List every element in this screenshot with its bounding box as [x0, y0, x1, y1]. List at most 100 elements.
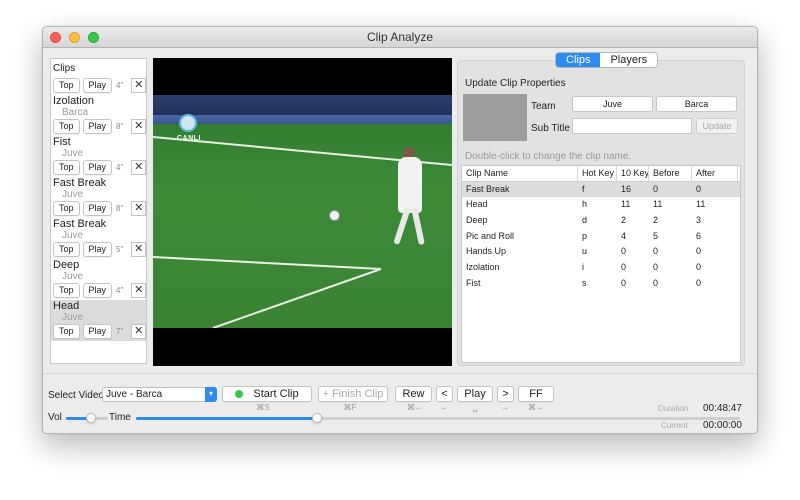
clip-play-button[interactable]: Play — [82, 283, 113, 298]
transport-bar: Select Video Juve - Barca ▾ Start Clip +… — [43, 373, 757, 433]
column-header[interactable]: Hot Key — [578, 166, 617, 181]
select-video-label: Select Video — [48, 390, 104, 401]
table-header: Clip Name Hot Key 10 Key Before After — [462, 166, 740, 182]
clip-name: Izolation — [53, 95, 94, 107]
table-row[interactable]: Pic and Roll p 4 5 6 — [462, 229, 740, 245]
clip-item[interactable]: Deep Juve Top Play 4" ✕ — [51, 259, 146, 300]
clip-item[interactable]: Fist Juve Top Play 4" ✕ — [51, 136, 146, 177]
ff-button[interactable]: FF — [518, 386, 554, 402]
rew-button[interactable]: Rew — [395, 386, 432, 402]
vol-label: Vol — [48, 412, 62, 423]
table-cell: 16 — [621, 183, 632, 194]
clip-top-button[interactable]: Top — [53, 283, 80, 298]
close-icon[interactable]: ✕ — [131, 119, 146, 134]
table-row[interactable]: Fast Break f 16 0 0 — [462, 181, 740, 198]
table-cell: 0 — [621, 277, 627, 288]
clip-top-button[interactable]: Top — [53, 201, 80, 216]
clip-play-button[interactable]: Play — [82, 324, 113, 339]
close-icon[interactable]: ✕ — [131, 201, 146, 216]
clip-name: Fist — [53, 136, 71, 148]
column-header[interactable]: After — [692, 166, 738, 181]
table-row[interactable]: Fist s 0 0 0 — [462, 276, 740, 292]
ff-shortcut: ⌘→ — [528, 403, 544, 412]
select-video-dropdown[interactable]: Juve - Barca ▾ — [102, 387, 217, 402]
table-row[interactable]: Head h 11 11 11 — [462, 197, 740, 213]
clip-top-button[interactable]: Top — [53, 242, 80, 257]
clip-item[interactable]: Top Play 4" ✕ — [51, 77, 146, 95]
clip-play-button[interactable]: Play — [82, 160, 113, 175]
clip-list: Top Play 4" ✕ Izolation Barca Top Play 8" ✕ Fist Ju… — [51, 77, 146, 341]
table-cell: f — [582, 183, 585, 194]
next-button[interactable]: > — [497, 386, 514, 402]
time-fill — [136, 417, 318, 420]
table-row[interactable]: Hands Up u 0 0 0 — [462, 244, 740, 260]
tab-players[interactable]: Players — [600, 53, 657, 67]
clip-item[interactable]: Head Juve Top Play 7" ✕ — [51, 300, 146, 341]
update-button[interactable]: Update — [696, 118, 738, 134]
table-row[interactable]: Izolation i 0 0 0 — [462, 260, 740, 276]
prev-button[interactable]: < — [436, 386, 453, 402]
clip-play-button[interactable]: Play — [82, 201, 113, 216]
table-row[interactable]: Deep d 2 2 3 — [462, 213, 740, 229]
column-header[interactable]: Clip Name — [462, 166, 578, 181]
team-b-button[interactable]: Barca — [656, 96, 737, 112]
table-cell: 6 — [696, 230, 702, 241]
table-cell: 3 — [696, 215, 702, 226]
view-tabs: Clips Players — [555, 52, 659, 68]
time-slider-knob[interactable] — [312, 413, 323, 423]
duration-value: 00:48:47 — [703, 403, 742, 414]
clip-top-button[interactable]: Top — [53, 324, 80, 339]
clip-play-button[interactable]: Play — [82, 78, 113, 93]
column-header[interactable]: Before — [649, 166, 692, 181]
video-player[interactable]: CANLI — [153, 58, 452, 366]
close-icon[interactable]: ✕ — [131, 160, 146, 175]
clip-controls: Top Play 4" ✕ — [53, 282, 146, 300]
clip-name: Fast Break — [53, 177, 107, 189]
close-icon[interactable]: ✕ — [131, 78, 146, 93]
clip-controls: Top Play 8" ✕ — [53, 118, 146, 136]
clip-thumbnail — [463, 94, 527, 141]
table-cell: 0 — [621, 246, 627, 257]
clip-item[interactable]: Fast Break Juve Top Play 8" ✕ — [51, 177, 146, 218]
table-cell: 0 — [653, 183, 659, 194]
team-a-button[interactable]: Juve — [572, 96, 653, 112]
finish-clip-button[interactable]: + Finish Clip — [318, 386, 388, 402]
column-header[interactable]: 10 Key — [617, 166, 649, 181]
play-button[interactable]: Play — [457, 386, 493, 402]
subtitle-input[interactable] — [572, 118, 692, 134]
close-icon[interactable]: ✕ — [131, 242, 146, 257]
close-icon[interactable]: ✕ — [131, 324, 146, 339]
clip-duration: 5" — [116, 245, 124, 254]
time-label: Time — [109, 412, 131, 423]
clip-duration: 8" — [116, 204, 124, 213]
time-slider[interactable] — [136, 413, 740, 423]
chevron-down-icon: ▾ — [205, 387, 217, 402]
table-cell: 0 — [653, 277, 659, 288]
pitch-line-diagonal — [212, 268, 382, 328]
volume-slider[interactable] — [66, 413, 108, 423]
clip-top-button[interactable]: Top — [53, 160, 80, 175]
table-body: Fast Break f 16 0 0 Head h 11 11 11 Deep d 2 2 3 Pic an… — [462, 181, 740, 292]
clip-controls: Top Play 4" ✕ — [53, 159, 146, 177]
clip-name: Head — [53, 300, 80, 312]
clip-play-button[interactable]: Play — [82, 242, 113, 257]
clip-top-button[interactable]: Top — [53, 119, 80, 134]
clip-duration: 4" — [116, 286, 124, 295]
clip-team: Juve — [62, 230, 84, 241]
clip-duration: 8" — [116, 122, 124, 131]
table-cell: 0 — [621, 262, 627, 273]
clip-item[interactable]: Fast Break Juve Top Play 5" ✕ — [51, 218, 146, 259]
clip-duration: 7" — [116, 327, 124, 336]
team-label: Team — [531, 101, 556, 112]
clip-top-button[interactable]: Top — [53, 78, 80, 93]
pitch-line-box — [153, 256, 382, 270]
close-icon[interactable]: ✕ — [131, 283, 146, 298]
volume-slider-knob[interactable] — [86, 413, 97, 423]
rename-hint: Double-click to change the clip name. — [465, 151, 632, 162]
title-bar: Clip Analyze — [43, 27, 757, 48]
clip-controls: Top Play 7" ✕ — [53, 323, 146, 341]
clip-item[interactable]: Izolation Barca Top Play 8" ✕ — [51, 95, 146, 136]
start-clip-button[interactable]: Start Clip — [222, 386, 312, 402]
tab-clips[interactable]: Clips — [556, 53, 601, 67]
clip-play-button[interactable]: Play — [82, 119, 113, 134]
